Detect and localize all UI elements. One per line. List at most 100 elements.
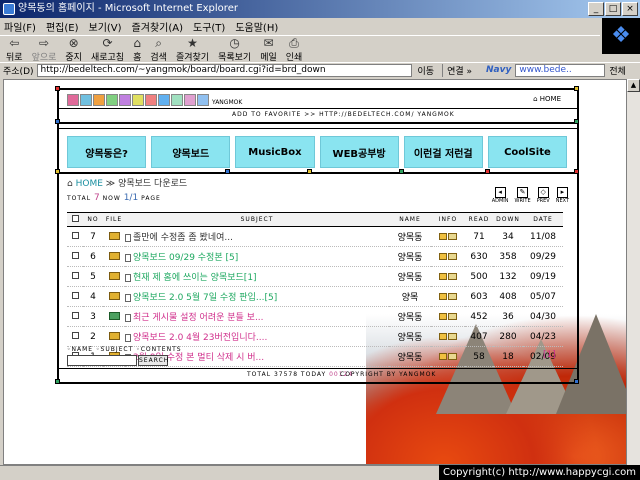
search-options[interactable]: ◦NAME ◦SUBJECT ◦CONTENTS <box>67 346 182 353</box>
menu-tools[interactable]: 도구(T) <box>193 19 225 34</box>
navy-search-input[interactable]: www.bede.. <box>515 63 606 77</box>
table-row[interactable]: 4 양목보드 2.0 5월 7일 수정 판입...[5] 양목 603 408 05/07 <box>67 286 563 307</box>
mail-info-icon[interactable] <box>448 312 457 320</box>
row-subject-link[interactable]: 졸만에 수정좀 좀 봤네여... <box>133 233 233 243</box>
row-author[interactable]: 양목동 <box>389 346 431 367</box>
home-info-icon[interactable] <box>439 272 447 280</box>
table-row[interactable]: 6 양목보드 09/29 수정본 [5] 양목동 630 358 09/29 <box>67 246 563 267</box>
table-row[interactable]: 2 양목보드 2.0 4월 23버전입니다.... 양목동 407 280 04/23 <box>67 326 563 347</box>
pagination[interactable]: [1] <box>543 350 556 360</box>
file-download-icon[interactable] <box>108 292 120 300</box>
row-author[interactable]: 양목동 <box>389 326 431 347</box>
add-to-favorite-link[interactable]: ADD TO FAVORITE >> HTTP://BEDELTECH.COM/… <box>232 111 455 118</box>
favorites-button[interactable]: ★ 즐겨찾기 <box>176 36 209 63</box>
mail-info-icon[interactable] <box>448 292 457 300</box>
nav-about[interactable]: 양목동은? <box>67 136 147 168</box>
row-date: 04/30 <box>523 306 563 327</box>
row-read-count: 630 <box>465 246 493 267</box>
table-row[interactable]: 5 현재 제 홈에 쓰이는 양목보드[1] 양목동 500 132 09/19 <box>67 266 563 287</box>
nav-misc[interactable]: 이런걸 저런걸 <box>403 136 483 168</box>
nav-coolsite[interactable]: CoolSite <box>487 136 568 168</box>
prev-button[interactable]: ◇ PREV <box>537 187 550 204</box>
mail-info-icon[interactable] <box>448 352 457 360</box>
row-checkbox[interactable] <box>71 331 79 339</box>
row-subject-link[interactable]: 최근 게시물 설정 어려운 분들 보... <box>133 313 264 323</box>
next-button[interactable]: ▸ NEXT <box>556 187 569 204</box>
row-checkbox[interactable] <box>71 251 79 259</box>
navy-search-button[interactable]: 전체 <box>609 64 626 77</box>
row-subject-link[interactable]: 현재 제 홈에 쓰이는 양목보드[1] <box>133 273 257 283</box>
table-row[interactable]: 3 최근 게시물 설정 어려운 분들 보... 양목동 452 36 04/30 <box>67 306 563 327</box>
scroll-up-icon[interactable]: ▲ <box>627 79 640 92</box>
row-subject-link[interactable]: 양목보드 2.0 4월 23버전입니다.... <box>133 333 267 343</box>
total-count: 7 <box>93 193 100 203</box>
row-checkbox[interactable] <box>71 271 79 279</box>
row-subject-link[interactable]: 양목보드 2.0 5월 7일 수정 판입...[5] <box>133 293 277 303</box>
maximize-icon[interactable]: □ <box>605 2 621 16</box>
table-row[interactable]: 7 졸만에 수정좀 좀 봤네여... 양목동 71 34 11/08 <box>67 226 563 247</box>
menu-bar: 파일(F) 편집(E) 보기(V) 즐겨찾기(A) 도구(T) 도움말(H) <box>0 18 640 35</box>
menu-favorites[interactable]: 즐겨찾기(A) <box>132 19 183 34</box>
mail-info-icon[interactable] <box>448 272 457 280</box>
board-search-button[interactable]: SEARCH <box>138 355 168 366</box>
home-info-icon[interactable] <box>439 252 447 260</box>
menu-edit[interactable]: 편집(E) <box>46 19 79 34</box>
file-download-icon[interactable] <box>108 232 120 240</box>
site-logo[interactable]: YANGMOK <box>67 94 242 106</box>
menu-help[interactable]: 도움말(H) <box>235 19 278 34</box>
print-button[interactable]: ⎙ 인쇄 <box>286 36 303 63</box>
nav-musicbox[interactable]: MusicBox <box>235 136 315 168</box>
row-author[interactable]: 양목동 <box>389 266 431 287</box>
nav-board[interactable]: 양목보드 <box>151 136 231 168</box>
back-arrow-icon: ⇦ <box>9 35 20 50</box>
board-search-input[interactable] <box>67 355 137 366</box>
minimize-icon[interactable]: _ <box>588 2 604 16</box>
close-icon[interactable]: × <box>622 2 638 16</box>
breadcrumb-home[interactable]: HOME <box>76 179 103 189</box>
site-home-link[interactable]: ⌂ HOME <box>533 95 561 103</box>
site-copyright: COPYRIGHT BY YANGMOK <box>340 371 437 378</box>
home-button[interactable]: ⌂ 홈 <box>133 36 141 63</box>
file-download-icon[interactable] <box>108 312 120 320</box>
table-header: NO FILE SUBJECT NAME INFO READ DOWN DATE <box>67 212 563 227</box>
row-checkbox[interactable] <box>71 311 79 319</box>
mail-info-icon[interactable] <box>448 332 457 340</box>
nav-web-study[interactable]: WEB공부방 <box>319 136 399 168</box>
home-info-icon[interactable] <box>439 312 447 320</box>
select-all-checkbox[interactable] <box>71 215 79 222</box>
menu-file[interactable]: 파일(F) <box>4 19 36 34</box>
row-author[interactable]: 양목동 <box>389 306 431 327</box>
admin-button[interactable]: ◂ ADMIN <box>492 187 509 204</box>
row-checkbox[interactable] <box>71 231 79 239</box>
mail-info-icon[interactable] <box>448 232 457 240</box>
search-button[interactable]: ⌕ 검색 <box>150 36 167 63</box>
forward-button[interactable]: ⇨ 앞으로 <box>32 36 57 63</box>
mail-info-icon[interactable] <box>448 252 457 260</box>
mail-button[interactable]: ✉ 메일 <box>260 36 277 63</box>
file-download-icon[interactable] <box>108 332 120 340</box>
go-button[interactable]: 이동 <box>418 64 435 77</box>
file-download-icon[interactable] <box>108 272 120 280</box>
address-input[interactable]: http://bedeltech.com/~yangmok/board/boar… <box>36 63 412 77</box>
home-info-icon[interactable] <box>439 332 447 340</box>
vertical-scrollbar[interactable]: ▲ <box>627 79 640 465</box>
row-author[interactable]: 양목동 <box>389 226 431 247</box>
home-small-icon: ⌂ <box>67 179 73 189</box>
row-checkbox[interactable] <box>71 291 79 299</box>
board-frame: YANGMOK ⌂ HOME ADD TO FAVORITE >> HTTP:/… <box>55 86 579 384</box>
row-author[interactable]: 양목동 <box>389 246 431 267</box>
row-read-count: 71 <box>465 226 493 247</box>
home-info-icon[interactable] <box>439 292 447 300</box>
history-button[interactable]: ◷ 목록보기 <box>218 36 251 63</box>
home-info-icon[interactable] <box>439 232 447 240</box>
refresh-button[interactable]: ⟳ 새로고침 <box>91 36 124 63</box>
write-button[interactable]: ✎ WRITE <box>515 187 531 204</box>
file-download-icon[interactable] <box>108 252 120 260</box>
row-subject-link[interactable]: 양목보드 09/29 수정본 [5] <box>133 253 238 263</box>
menu-view[interactable]: 보기(V) <box>89 19 122 34</box>
back-button[interactable]: ⇦ 뒤로 <box>6 35 23 63</box>
row-author[interactable]: 양목 <box>389 286 431 307</box>
home-info-icon[interactable] <box>439 352 447 360</box>
links-button[interactable]: 연결 » <box>442 63 472 77</box>
stop-button[interactable]: ⊗ 중지 <box>65 36 82 63</box>
